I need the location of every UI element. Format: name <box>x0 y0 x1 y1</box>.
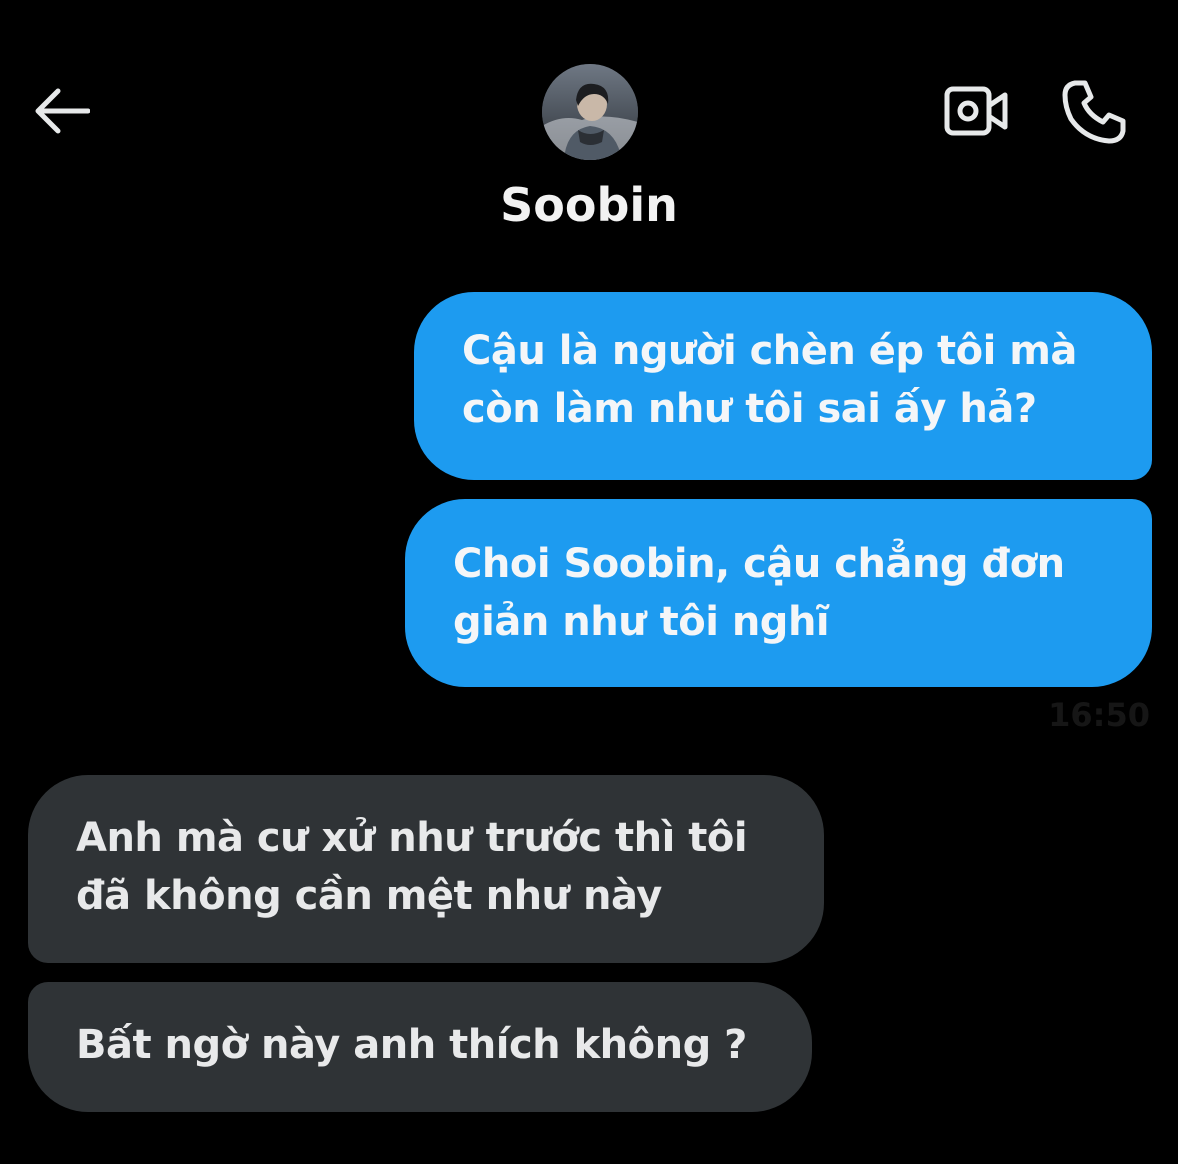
message-text: Anh mà cư xử như trước thì tôi <box>76 815 748 861</box>
chat-screen: Soobin Cậu là người chèn ép tôi mà còn l… <box>0 0 1178 1164</box>
back-button[interactable] <box>28 78 94 144</box>
video-call-button[interactable] <box>936 78 1016 144</box>
message-bubble-outgoing[interactable]: Cậu là người chèn ép tôi mà còn làm như … <box>414 292 1152 480</box>
message-text: Choi Soobin, cậu chẳng đơn <box>453 541 1065 587</box>
message-bubble-outgoing[interactable]: Choi Soobin, cậu chẳng đơn giản như tôi … <box>405 499 1152 687</box>
avatar[interactable] <box>542 64 638 160</box>
phone-icon <box>1062 80 1126 144</box>
message-text: Cậu là người chèn ép tôi mà <box>462 328 1077 374</box>
message-text: Bất ngờ này anh thích không ? <box>76 1022 747 1068</box>
arrow-left-icon <box>35 88 90 134</box>
message-text: đã không cần mệt như này <box>76 873 662 919</box>
voice-call-button[interactable] <box>1056 74 1132 150</box>
message-bubble-incoming[interactable]: Bất ngờ này anh thích không ? <box>28 982 812 1112</box>
message-timestamp: 16:50 <box>1048 696 1150 734</box>
contact-name[interactable]: Soobin <box>389 178 789 232</box>
video-camera-icon <box>944 86 1008 136</box>
message-text: giản như tôi nghĩ <box>453 599 830 645</box>
profile-photo <box>542 64 638 160</box>
message-text: còn làm như tôi sai ấy hả? <box>462 386 1037 432</box>
message-bubble-incoming[interactable]: Anh mà cư xử như trước thì tôi đã không … <box>28 775 824 963</box>
